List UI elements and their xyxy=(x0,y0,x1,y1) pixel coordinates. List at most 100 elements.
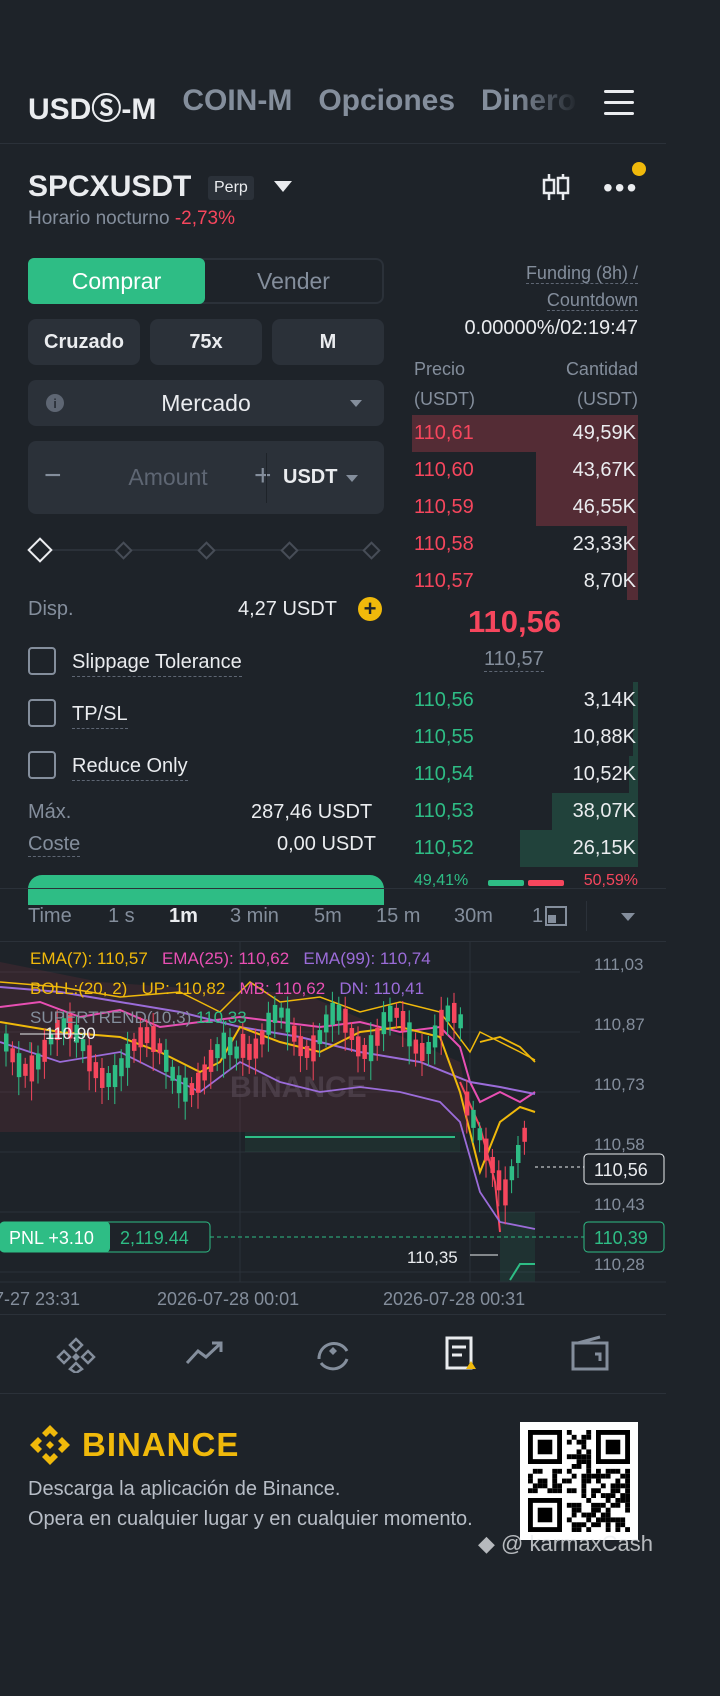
candle xyxy=(23,1063,28,1076)
qr-module xyxy=(571,1473,577,1479)
qr-module xyxy=(571,1434,577,1440)
bid-row[interactable]: 110,56 3,14K xyxy=(412,682,638,719)
y-tick-label: 110,87 xyxy=(594,1015,645,1034)
order-type-select[interactable]: i Mercado xyxy=(28,380,384,426)
qr-module xyxy=(625,1498,630,1503)
candle xyxy=(260,1030,265,1045)
qr-module xyxy=(615,1478,621,1484)
futures-icon[interactable] xyxy=(442,1335,482,1373)
tf-more[interactable]: 1 xyxy=(532,905,543,928)
funding-label[interactable]: Funding (8h) / Countdown xyxy=(525,260,638,314)
candlestick-chart-icon[interactable] xyxy=(540,172,572,202)
slippage-label[interactable]: Slippage Tolerance xyxy=(72,651,242,677)
ask-row[interactable]: 110,59 46,55K xyxy=(412,489,638,526)
tf-3min[interactable]: 3 min xyxy=(230,905,279,928)
candle xyxy=(496,1170,502,1191)
tf-5m[interactable]: 5m xyxy=(314,905,342,928)
bid-row[interactable]: 110,52 26,15K xyxy=(412,830,638,867)
slider-thumb[interactable] xyxy=(27,537,53,563)
info-icon[interactable]: i xyxy=(46,394,64,412)
bid-row[interactable]: 110,53 38,07K xyxy=(412,793,638,830)
ask-row[interactable]: 110,60 43,67K xyxy=(412,452,638,489)
slider-node-25[interactable] xyxy=(114,541,133,560)
amount-unit-select[interactable]: USDT xyxy=(283,466,337,489)
chart-settings-icon[interactable] xyxy=(544,905,568,927)
slippage-checkbox[interactable] xyxy=(28,647,56,675)
qr-module xyxy=(610,1468,616,1474)
ask-qty: 49,59K xyxy=(572,422,636,444)
wallet-icon[interactable] xyxy=(570,1335,610,1373)
ask-row[interactable]: 110,61 49,59K xyxy=(412,415,638,452)
qr-module xyxy=(596,1522,601,1528)
qr-module xyxy=(532,1468,538,1474)
sell-tab[interactable]: Vender xyxy=(205,260,382,302)
tab-usds-m[interactable]: USDⓈ-M xyxy=(28,84,156,126)
ask-row[interactable]: 110,58 23,33K xyxy=(412,526,638,563)
transfer-plus-icon[interactable]: + xyxy=(358,597,382,621)
candle xyxy=(247,1043,252,1060)
bid-qty: 38,07K xyxy=(572,800,636,822)
qty-header-title: Cantidad xyxy=(565,359,638,379)
increment-button[interactable]: + xyxy=(254,459,272,493)
symbol-name[interactable]: SPCXUSDT xyxy=(28,170,191,204)
slider-node-75[interactable] xyxy=(280,541,299,560)
qr-module xyxy=(596,1502,601,1508)
ema99-label: EMA(99): 110,74 xyxy=(303,949,431,968)
boll-mb-label: MB: 110,62 xyxy=(239,979,326,998)
qr-module xyxy=(586,1468,592,1474)
funding-label-line2: Countdown xyxy=(546,290,638,311)
decrement-button[interactable]: − xyxy=(44,459,62,493)
candle xyxy=(343,1008,348,1033)
markets-icon[interactable] xyxy=(184,1335,224,1373)
tab-coin-m[interactable]: COIN-M xyxy=(182,84,292,124)
qr-module xyxy=(620,1483,626,1489)
qr-module xyxy=(542,1483,548,1489)
tf-15m[interactable]: 15 m xyxy=(376,905,420,928)
tf-1m[interactable]: 1m xyxy=(169,905,198,928)
reduce-only-checkbox[interactable] xyxy=(28,751,56,779)
qr-module xyxy=(596,1473,601,1479)
qr-module xyxy=(610,1517,616,1523)
qr-module xyxy=(605,1517,611,1523)
qr-module xyxy=(586,1512,592,1518)
tpsl-checkbox[interactable] xyxy=(28,699,56,727)
qr-module xyxy=(605,1468,611,1474)
bid-row[interactable]: 110,54 10,52K xyxy=(412,756,638,793)
ask-row[interactable]: 110,57 8,70K xyxy=(412,563,638,600)
slider-node-50[interactable] xyxy=(197,541,216,560)
more-options-icon[interactable]: ••• xyxy=(603,174,638,202)
tf-30m[interactable]: 30m xyxy=(454,905,493,928)
chevron-down-icon[interactable] xyxy=(621,913,635,921)
market-tabs: USDⓈ-M COIN-M Opciones Dinero xyxy=(28,84,576,126)
leverage-button[interactable]: 75x xyxy=(150,319,262,365)
qr-module xyxy=(600,1517,606,1523)
qr-module xyxy=(586,1498,592,1503)
candle xyxy=(324,1014,329,1033)
indicator-row-supertrend: SUPERTREND(10,3) 110,33 xyxy=(30,1008,247,1028)
amount-input[interactable] xyxy=(88,455,248,499)
tab-opciones[interactable]: Opciones xyxy=(318,84,455,124)
order-type-label: Mercado xyxy=(161,389,251,416)
buy-tab[interactable]: Comprar xyxy=(28,258,205,304)
tpsl-label[interactable]: TP/SL xyxy=(72,703,128,729)
candle xyxy=(426,1041,431,1054)
tf-time[interactable]: Time xyxy=(28,905,72,928)
tf-1s[interactable]: 1 s xyxy=(108,905,135,928)
home-icon[interactable] xyxy=(56,1335,96,1373)
qr-module xyxy=(557,1488,562,1494)
qr-module xyxy=(620,1498,626,1503)
boll-up-label: UP: 110,82 xyxy=(141,979,226,998)
symbol-dropdown-icon[interactable] xyxy=(274,181,292,192)
trade-icon[interactable] xyxy=(313,1335,353,1373)
slider-node-100[interactable] xyxy=(362,541,381,560)
bid-row[interactable]: 110,55 10,88K xyxy=(412,719,638,756)
reduce-only-label[interactable]: Reduce Only xyxy=(72,755,188,781)
qr-module xyxy=(605,1498,611,1503)
asset-mode-button[interactable]: M xyxy=(272,319,384,365)
candle xyxy=(100,1067,105,1088)
qr-module xyxy=(586,1517,592,1523)
hamburger-menu-icon[interactable] xyxy=(604,90,634,116)
watermark-text: @ karmaxCash xyxy=(501,1531,653,1556)
margin-mode-button[interactable]: Cruzado xyxy=(28,319,140,365)
candle xyxy=(400,1011,406,1032)
